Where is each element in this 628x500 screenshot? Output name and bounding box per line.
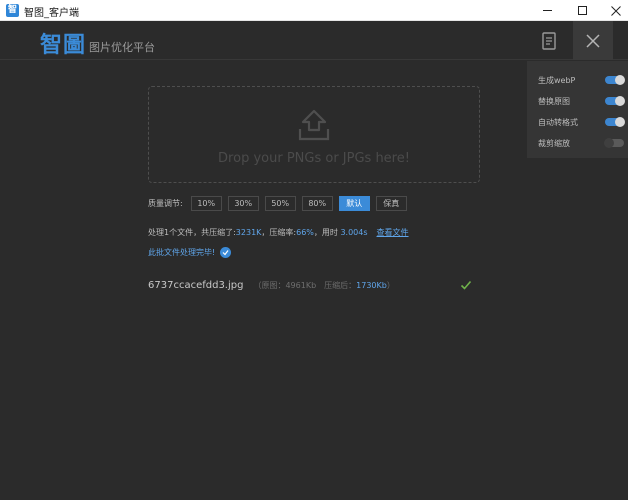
file-name: 6737ccacefdd3.jpg — [148, 279, 244, 291]
app-subtitle: 图片优化平台 — [89, 41, 155, 54]
upload-icon — [298, 109, 330, 141]
maximize-button[interactable] — [564, 0, 600, 21]
document-icon[interactable] — [538, 30, 560, 52]
setting-crop-scale: 裁剪缩放 — [538, 136, 624, 150]
quality-option-default[interactable]: 默认 — [338, 195, 370, 211]
settings-close-button[interactable] — [573, 21, 613, 60]
summary-saved-size: 3231K — [235, 228, 262, 237]
app-icon: 智 — [6, 4, 19, 17]
app-header: 智圖 图片优化平台 — [0, 21, 628, 60]
quality-option-80[interactable]: 80% — [301, 195, 333, 211]
drop-zone-text: Drop your PNGs or JPGs here! — [218, 151, 410, 166]
close-icon — [611, 5, 621, 16]
app-logo: 智圖 — [40, 32, 87, 58]
toggle-switch[interactable] — [605, 96, 625, 106]
close-icon — [586, 33, 600, 48]
checkmark-icon — [460, 280, 472, 290]
summary-time-label: ，用时 — [313, 228, 338, 237]
window-close-button[interactable] — [598, 0, 628, 21]
compressed-suffix: ） — [386, 280, 395, 290]
window-title-bar: 智 智图_客户端 — [0, 0, 628, 21]
batch-complete-message: 此批文件处理完毕! — [148, 247, 232, 258]
file-list-item: 6737ccacefdd3.jpg （原图：4961Kb 压缩后：1730Kb） — [148, 277, 474, 293]
settings-panel: 生成webP 替换原图 自动转格式 裁剪缩放 — [527, 61, 628, 158]
quality-label: 质量调节: — [148, 198, 183, 208]
setting-label: 自动转格式 — [538, 117, 578, 127]
compressed-value: 1730Kb — [356, 280, 387, 290]
document-icon-svg — [542, 32, 556, 50]
done-text: 此批文件处理完毕! — [148, 248, 216, 257]
minimize-icon — [542, 10, 552, 11]
check-circle-icon — [220, 247, 232, 258]
quality-selector: 质量调节: 10% 30% 50% 80% 默认 保真 — [148, 195, 413, 211]
summary-prefix: 处理1个文件，共压缩了: — [148, 228, 236, 237]
toggle-switch[interactable] — [604, 138, 624, 148]
drop-zone[interactable]: Drop your PNGs or JPGs here! — [148, 86, 480, 183]
summary-time: 3.004s — [340, 228, 368, 237]
original-size: （原图：4961Kb — [253, 280, 317, 290]
toggle-switch[interactable] — [605, 117, 625, 127]
compressed-size: 压缩后：1730Kb） — [324, 280, 395, 291]
window-title: 智图_客户端 — [24, 8, 79, 19]
view-files-link[interactable]: 查看文件 — [377, 228, 409, 237]
summary-ratio-label: ，压缩率: — [261, 228, 297, 237]
setting-replace-original: 替换原图 — [538, 94, 625, 108]
setting-auto-format: 自动转格式 — [538, 115, 625, 129]
summary-ratio: 66% — [296, 228, 314, 237]
quality-option-lossless[interactable]: 保真 — [375, 195, 407, 211]
minimize-button[interactable] — [529, 0, 565, 21]
setting-label: 裁剪缩放 — [538, 138, 570, 148]
setting-webp: 生成webP — [538, 73, 625, 87]
maximize-icon — [577, 6, 587, 15]
quality-option-50[interactable]: 50% — [264, 195, 296, 211]
setting-label: 生成webP — [538, 75, 576, 85]
setting-label: 替换原图 — [538, 96, 570, 106]
quality-option-30[interactable]: 30% — [227, 195, 259, 211]
toggle-switch[interactable] — [605, 75, 625, 85]
quality-option-10[interactable]: 10% — [190, 195, 222, 211]
compressed-label: 压缩后： — [324, 280, 357, 290]
processing-summary: 处理1个文件，共压缩了:3231K，压缩率:66%，用时 3.004s 查看文件 — [148, 227, 409, 238]
